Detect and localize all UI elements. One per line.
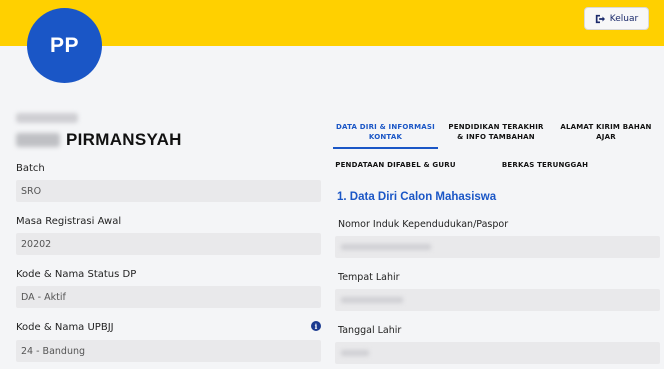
upbjj-label: Kode & Nama UPBJJ bbox=[16, 322, 114, 333]
avatar: PP bbox=[27, 8, 102, 83]
upbjj-field: 24 - Bandung bbox=[16, 340, 321, 362]
section-title: 1. Data Diri Calon Mahasiswa bbox=[337, 191, 497, 203]
batch-label: Batch bbox=[16, 163, 45, 174]
status-dp-field: DA - Aktif bbox=[16, 286, 321, 308]
active-tab-indicator bbox=[333, 147, 438, 149]
tempat-lahir-field bbox=[335, 289, 660, 311]
nik-label: Nomor Induk Kependudukan/Paspor bbox=[338, 219, 509, 230]
tanggal-lahir-field bbox=[335, 342, 660, 364]
redacted-nik bbox=[341, 244, 431, 250]
masa-registrasi-field: 20202 bbox=[16, 233, 321, 255]
tab-data-diri[interactable]: DATA DIRI & INFORMASI KONTAK bbox=[333, 122, 438, 142]
redacted-tempat-lahir bbox=[341, 297, 403, 303]
redacted-student-id bbox=[16, 113, 78, 123]
tab-alamat[interactable]: ALAMAT KIRIM BAHAN AJAR bbox=[558, 122, 654, 142]
tanggal-lahir-label: Tanggal Lahir bbox=[338, 325, 402, 336]
redacted-tanggal-lahir bbox=[341, 350, 369, 356]
tab-pendidikan[interactable]: PENDIDIKAN TERAKHIR & INFO TAMBAHAN bbox=[445, 122, 547, 142]
batch-field: SRO bbox=[16, 180, 321, 202]
info-icon[interactable]: i bbox=[311, 321, 321, 331]
logout-icon bbox=[595, 14, 605, 23]
logout-button[interactable]: Keluar bbox=[584, 7, 649, 30]
masa-registrasi-label: Masa Registrasi Awal bbox=[16, 216, 122, 227]
tempat-lahir-label: Tempat Lahir bbox=[338, 272, 400, 283]
name-text: PIRMANSYAH bbox=[66, 130, 182, 149]
status-dp-label: Kode & Nama Status DP bbox=[16, 269, 137, 280]
redacted-first-name bbox=[16, 133, 60, 147]
tab-berkas[interactable]: BERKAS TERUNGGAH bbox=[490, 160, 600, 170]
logout-label: Keluar bbox=[609, 13, 639, 24]
nik-field bbox=[335, 236, 660, 258]
tab-difabel[interactable]: PENDATAAN DIFABEL & GURU bbox=[333, 160, 458, 170]
profile-name: PIRMANSYAH bbox=[16, 130, 182, 150]
